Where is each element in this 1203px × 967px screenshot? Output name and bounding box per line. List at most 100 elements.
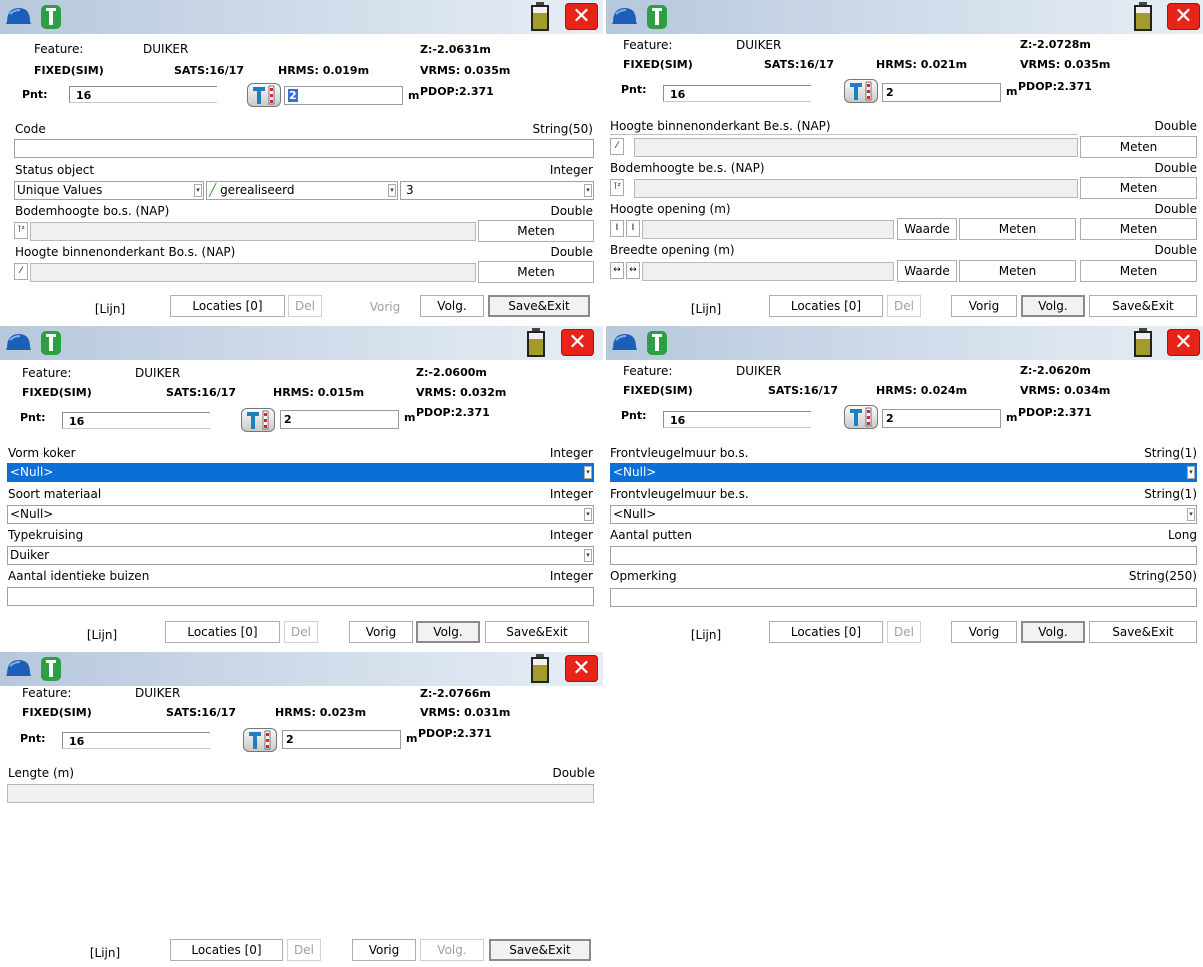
antenna-height-input[interactable]: 2 xyxy=(284,86,403,105)
meten-button[interactable]: Meten xyxy=(1080,218,1197,240)
chevron-down-icon[interactable]: ▾ xyxy=(1187,466,1195,479)
antenna-height-button[interactable] xyxy=(241,408,275,432)
frontvleugelmuur-bos-dropdown[interactable]: <Null> ▾ xyxy=(610,463,1197,482)
status-dropdown-code[interactable]: 3 ▾ xyxy=(400,181,594,200)
height-tool-icon[interactable]: ⊺ᶻ xyxy=(610,179,624,196)
helmet-icon[interactable] xyxy=(4,656,32,680)
close-icon[interactable]: ✕ xyxy=(1167,3,1200,30)
locaties-button[interactable]: Locaties [0] xyxy=(769,295,883,317)
point-number-field[interactable]: 16 xyxy=(663,85,811,102)
vorig-button[interactable]: Vorig xyxy=(951,621,1017,643)
gps-receiver-icon[interactable] xyxy=(40,330,62,356)
antenna-height-button[interactable] xyxy=(844,79,878,103)
frontvleugelmuur-bes-dropdown[interactable]: <Null> ▾ xyxy=(610,505,1197,524)
hoogte-binnenonderkant-input[interactable] xyxy=(30,263,476,282)
lijn-button[interactable]: [Lijn] xyxy=(656,625,756,647)
close-icon[interactable]: ✕ xyxy=(565,655,598,682)
point-number-field[interactable]: 16 xyxy=(62,732,210,749)
vertical-measure-icon[interactable]: I xyxy=(610,220,624,237)
lijn-button[interactable]: [Lijn] xyxy=(55,943,155,965)
lijn-button[interactable]: [Lijn] xyxy=(52,625,152,647)
chevron-down-icon[interactable]: ▾ xyxy=(584,508,592,521)
point-number-field[interactable]: 16 xyxy=(62,412,210,429)
antenna-height-input[interactable]: 2 xyxy=(282,730,401,749)
del-button[interactable]: Del xyxy=(887,295,921,317)
close-icon[interactable]: ✕ xyxy=(561,329,594,356)
chevron-down-icon[interactable]: ▾ xyxy=(584,184,592,197)
hoogte-binnenonderkant-bes-input[interactable] xyxy=(634,138,1078,157)
antenna-height-button[interactable] xyxy=(844,405,878,429)
save-exit-button[interactable]: Save&Exit xyxy=(488,295,590,317)
point-number-field[interactable]: 16 xyxy=(663,411,811,428)
bodemhoogte-input[interactable] xyxy=(30,222,476,241)
chevron-down-icon[interactable]: ▾ xyxy=(1187,508,1195,521)
vorig-button[interactable]: Vorig xyxy=(352,939,416,961)
helmet-icon[interactable] xyxy=(610,4,638,28)
waarde-button[interactable]: Waarde xyxy=(897,260,957,282)
antenna-height-input[interactable]: 2 xyxy=(882,83,1001,102)
vertical-measure-icon[interactable]: I xyxy=(626,220,640,237)
locaties-button[interactable]: Locaties [0] xyxy=(165,621,280,643)
typekruising-dropdown[interactable]: Duiker ▾ xyxy=(7,546,594,565)
helmet-icon[interactable] xyxy=(610,330,638,354)
helmet-icon[interactable] xyxy=(4,330,32,354)
status-dropdown-value[interactable]: ╱ gerealiseerd ▾ xyxy=(206,181,398,200)
height-tool-icon[interactable]: ⊺ᶻ xyxy=(14,222,28,239)
breedte-opening-input[interactable] xyxy=(642,262,894,281)
volg-button[interactable]: Volg. xyxy=(1021,621,1085,643)
code-input[interactable] xyxy=(14,139,594,158)
volg-button[interactable]: Volg. xyxy=(1021,295,1085,317)
antenna-height-input[interactable]: 2 xyxy=(280,410,399,429)
horizontal-measure-icon[interactable]: ↔ xyxy=(626,262,640,279)
lijn-button[interactable]: [Lijn] xyxy=(60,299,160,321)
waarde-button[interactable]: Waarde xyxy=(897,218,957,240)
chevron-down-icon[interactable]: ▾ xyxy=(584,549,592,562)
save-exit-button[interactable]: Save&Exit xyxy=(1089,621,1197,643)
volg-button[interactable]: Volg. xyxy=(420,939,484,961)
aantal-buizen-input[interactable] xyxy=(7,587,594,606)
volg-button[interactable]: Volg. xyxy=(420,295,484,317)
gps-receiver-icon[interactable] xyxy=(646,4,668,30)
chevron-down-icon[interactable]: ▾ xyxy=(584,466,592,479)
hoogte-opening-input[interactable] xyxy=(642,220,894,239)
close-icon[interactable]: ✕ xyxy=(1167,329,1200,356)
close-icon[interactable]: ✕ xyxy=(565,3,598,30)
vorm-koker-dropdown[interactable]: <Null> ▾ xyxy=(7,463,594,482)
save-exit-button[interactable]: Save&Exit xyxy=(489,939,591,961)
del-button[interactable]: Del xyxy=(287,939,321,961)
meten-button[interactable]: Meten xyxy=(959,218,1076,240)
meten-button[interactable]: Meten xyxy=(1080,136,1197,158)
save-exit-button[interactable]: Save&Exit xyxy=(1089,295,1197,317)
vorig-button[interactable]: Vorig xyxy=(354,297,416,319)
bodemhoogte-bes-input[interactable] xyxy=(634,179,1078,198)
soort-materiaal-dropdown[interactable]: <Null> ▾ xyxy=(7,505,594,524)
locaties-button[interactable]: Locaties [0] xyxy=(170,295,285,317)
locaties-button[interactable]: Locaties [0] xyxy=(170,939,283,961)
gps-receiver-icon[interactable] xyxy=(40,656,62,682)
aantal-putten-input[interactable] xyxy=(610,546,1197,565)
opmerking-input[interactable] xyxy=(610,588,1197,607)
meten-button[interactable]: Meten xyxy=(478,261,594,283)
del-button[interactable]: Del xyxy=(284,621,318,643)
lijn-button[interactable]: [Lijn] xyxy=(656,299,756,321)
chevron-down-icon[interactable]: ▾ xyxy=(194,184,202,197)
antenna-height-input[interactable]: 2 xyxy=(882,409,1001,428)
horizontal-measure-icon[interactable]: ↔ xyxy=(610,262,624,279)
meten-button[interactable]: Meten xyxy=(1080,177,1197,199)
helmet-icon[interactable] xyxy=(4,4,32,28)
meten-button[interactable]: Meten xyxy=(1080,260,1197,282)
meten-button[interactable]: Meten xyxy=(478,220,594,242)
lengte-input[interactable] xyxy=(7,784,594,803)
status-dropdown-type[interactable]: Unique Values ▾ xyxy=(14,181,204,200)
del-button[interactable]: Del xyxy=(288,295,322,317)
antenna-height-button[interactable] xyxy=(243,728,277,752)
locaties-button[interactable]: Locaties [0] xyxy=(769,621,883,643)
del-button[interactable]: Del xyxy=(887,621,921,643)
pencil-icon[interactable]: ⁄ xyxy=(14,263,28,280)
chevron-down-icon[interactable]: ▾ xyxy=(388,184,396,197)
save-exit-button[interactable]: Save&Exit xyxy=(485,621,589,643)
antenna-height-button[interactable] xyxy=(247,83,281,107)
point-number-field[interactable]: 16 xyxy=(69,86,217,103)
vorig-button[interactable]: Vorig xyxy=(349,621,413,643)
volg-button[interactable]: Volg. xyxy=(416,621,480,643)
